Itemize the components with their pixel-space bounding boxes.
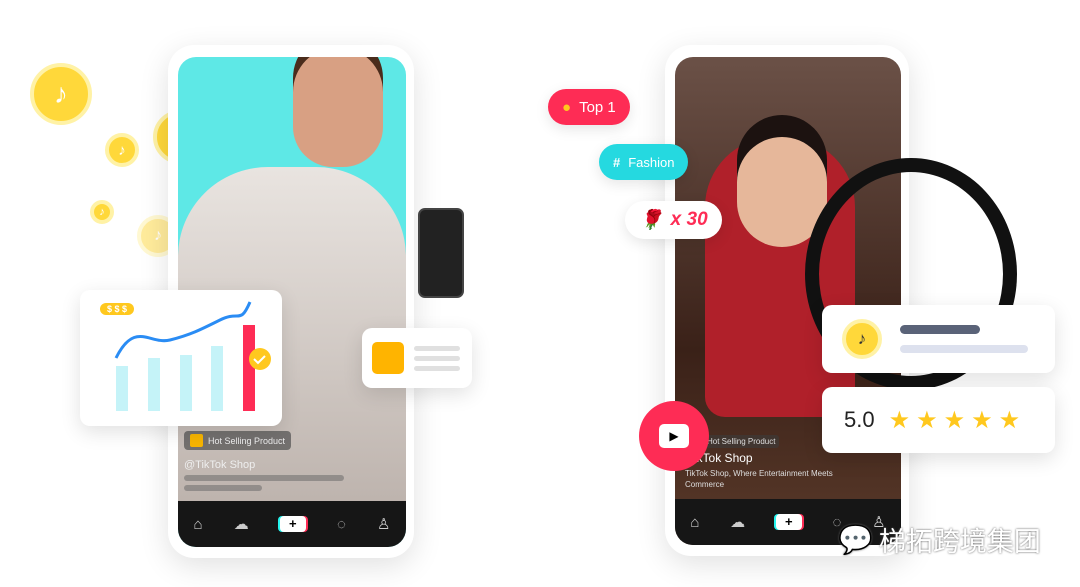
watermark: 💬 梯拓跨境集团 <box>838 524 1041 557</box>
home-icon[interactable]: ⌂ <box>690 514 699 531</box>
tiktok-coin-icon: ♪ <box>90 200 114 224</box>
gift-pill: 🌹 x 30 <box>625 201 722 239</box>
discover-icon[interactable]: ☁ <box>730 513 745 531</box>
rose-icon: 🌹 <box>639 210 663 231</box>
sales-chart-card: $ $ $ <box>80 290 282 426</box>
live-tv-button[interactable]: ▶ <box>639 401 709 471</box>
hashtag-icon: # <box>613 154 621 170</box>
star-icon: ★ <box>998 406 1021 434</box>
small-phone <box>418 208 464 298</box>
inbox-icon[interactable]: ◌ <box>337 516 346 533</box>
home-icon[interactable]: ⌂ <box>194 516 203 533</box>
rating-value: 5.0 <box>844 407 875 432</box>
shopping-bag-icon <box>372 342 404 374</box>
growth-chart <box>114 301 271 411</box>
create-button[interactable]: + <box>279 516 306 532</box>
star-icon: ★ <box>971 406 993 434</box>
bottom-nav: ⌂ ☁ + ◌ ♙ <box>178 501 406 547</box>
profile-icon[interactable]: ♙ <box>377 515 390 533</box>
star-icon: ★ <box>916 406 938 434</box>
tiktok-coin-icon: ♪ <box>30 63 92 125</box>
fashion-pill: # Fashion <box>599 144 689 180</box>
hot-selling-badge: Hot Selling Product <box>184 431 292 450</box>
rating-card: 5.0 ★ ★ ★ ★ ★ <box>822 387 1055 453</box>
wechat-icon: 💬 <box>838 524 873 555</box>
man-head <box>293 57 383 167</box>
tiktok-coin-icon: ♪ <box>105 133 139 167</box>
discover-icon[interactable]: ☁ <box>234 515 249 533</box>
create-button[interactable]: + <box>775 514 802 530</box>
star-icon: ★ <box>888 406 911 434</box>
tiktok-logo-icon: ♪ <box>842 319 882 359</box>
product-card <box>362 328 472 388</box>
star-icon: ★ <box>943 406 966 434</box>
top-1-pill: ● Top 1 <box>548 89 630 125</box>
profile-card: ♪ <box>822 305 1055 373</box>
shopping-bag-icon <box>190 434 203 447</box>
play-icon: ▶ <box>659 424 689 448</box>
flame-icon: ● <box>562 98 572 116</box>
shop-handle: @TikTok Shop <box>184 459 256 471</box>
